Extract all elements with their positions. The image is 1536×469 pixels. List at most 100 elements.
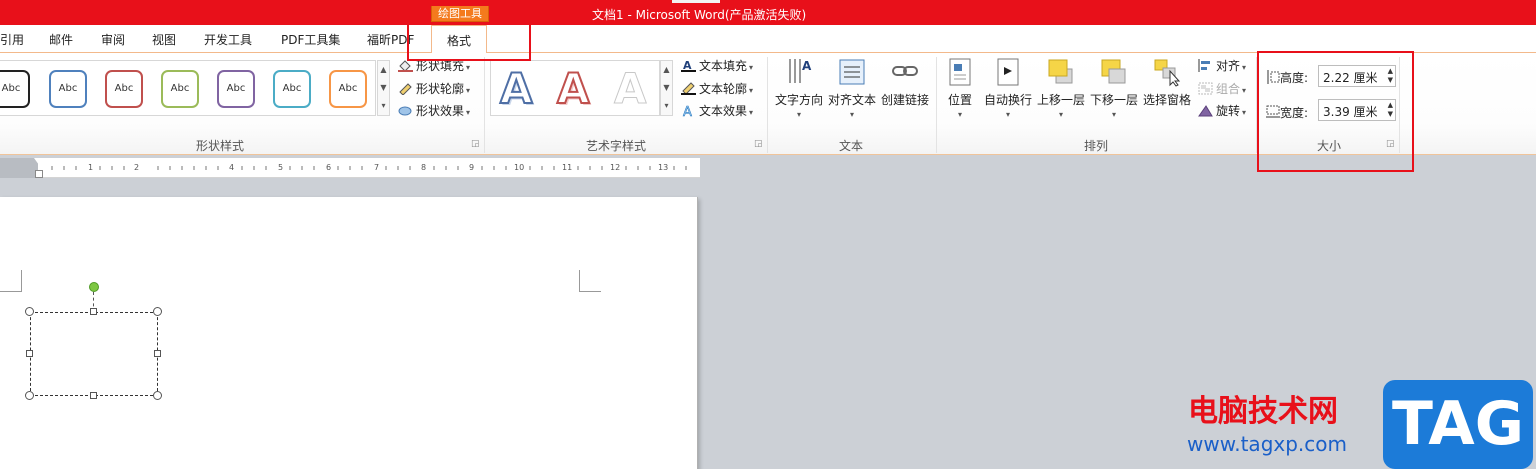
tab-review[interactable]: 审阅 <box>101 31 125 48</box>
align-icon <box>1198 59 1213 72</box>
chevron-down-icon[interactable]: ▼ <box>378 79 389 97</box>
title-bar: 文档1 - Microsoft Word(产品激活失败) <box>0 0 1536 25</box>
shape-outline-label: 形状轮廓 <box>416 82 465 96</box>
shape-style-swatch[interactable]: Abc <box>273 70 311 108</box>
dropdown-arrow-icon: ▾ <box>1058 110 1063 119</box>
resize-handle-corner[interactable] <box>25 391 34 400</box>
rotate-label: 旋转 <box>1216 104 1241 118</box>
shape-effects-icon <box>398 104 413 117</box>
shape-gallery-scroll[interactable]: ▲ ▼ ▾ <box>377 60 390 116</box>
wrap-text-button[interactable]: 自动换行 ▾ <box>983 57 1033 119</box>
horizontal-ruler[interactable]: 1 2 4 5 6 7 8 9 10 11 12 13 <box>0 158 700 178</box>
shape-style-swatch[interactable]: Abc <box>0 70 30 108</box>
resize-handle-side[interactable] <box>90 308 97 315</box>
watermark-site-name: 电脑技术网 <box>1188 394 1338 429</box>
text-outline-button[interactable]: 文本轮廓 ▾ <box>681 80 753 97</box>
tab-references[interactable]: 引用 <box>0 31 24 48</box>
dropdown-arrow-icon: ▾ <box>1242 63 1247 72</box>
pencil-icon <box>398 82 413 96</box>
watermark-url: www.tagxp.com <box>1187 432 1347 456</box>
highlight-size-group <box>1257 51 1414 172</box>
rotation-handle[interactable] <box>89 282 99 292</box>
highlight-format-tab <box>407 4 531 61</box>
more-icon[interactable]: ▾ <box>661 97 672 115</box>
dropdown-arrow-icon: ▾ <box>466 108 471 117</box>
shape-style-swatch[interactable]: Abc <box>329 70 367 108</box>
resize-handle-side[interactable] <box>90 392 97 399</box>
chevron-up-icon[interactable]: ▲ <box>378 61 389 79</box>
dropdown-arrow-icon: ▾ <box>1242 86 1247 95</box>
shape-style-swatch-label: Abc <box>170 83 190 94</box>
selection-pane-icon <box>1152 57 1182 87</box>
tab-pdf-tools[interactable]: PDF工具集 <box>281 31 340 48</box>
text-direction-button[interactable]: A 文字方向 ▾ <box>773 57 825 119</box>
bring-forward-icon <box>1046 57 1076 87</box>
shape-style-swatch-label: Abc <box>282 83 302 94</box>
group-label-shape-styles: 形状样式 <box>195 139 244 153</box>
bring-forward-button[interactable]: 上移一层 ▾ <box>1036 57 1086 119</box>
shape-style-swatch[interactable]: Abc <box>217 70 255 108</box>
selection-pane-button[interactable]: 选择窗格 <box>1142 57 1192 108</box>
text-fill-button[interactable]: A 文本填充 ▾ <box>681 57 753 74</box>
dialog-launcher-icon[interactable]: ◲ <box>471 139 480 149</box>
align-text-button[interactable]: 对齐文本 ▾ <box>826 57 878 119</box>
shape-style-swatch-label: Abc <box>1 83 21 94</box>
wrap-text-icon <box>993 57 1023 87</box>
shape-effects-label: 形状效果 <box>416 104 465 118</box>
dialog-launcher-icon[interactable]: ◲ <box>754 139 763 149</box>
shape-style-swatch[interactable]: Abc <box>49 70 87 108</box>
shape-style-swatch[interactable]: Abc <box>161 70 199 108</box>
tab-mailings[interactable]: 邮件 <box>49 31 73 48</box>
chevron-up-icon[interactable]: ▲ <box>661 61 672 79</box>
selected-rectangle-shape[interactable] <box>30 312 158 396</box>
create-link-label: 创建链接 <box>880 93 929 107</box>
shape-fill-label: 形状填充 <box>416 59 465 73</box>
create-link-button[interactable]: 创建链接 <box>879 57 931 108</box>
resize-handle-corner[interactable] <box>153 307 162 316</box>
align-label: 对齐 <box>1216 59 1241 73</box>
text-effects-button[interactable]: A 文本效果 ▾ <box>681 102 753 121</box>
rotate-button[interactable]: 旋转 ▾ <box>1198 102 1246 119</box>
shape-effects-button[interactable]: 形状效果 ▾ <box>398 102 470 119</box>
dropdown-arrow-icon: ▾ <box>466 63 471 72</box>
resize-handle-corner[interactable] <box>25 307 34 316</box>
ribbon-tabs: 引用 邮件 审阅 视图 开发工具 PDF工具集 福昕PDF 格式 <box>0 25 1536 54</box>
more-icon[interactable]: ▾ <box>378 97 389 115</box>
position-button[interactable]: 位置 ▾ <box>942 57 978 119</box>
group-label: 组合 <box>1216 82 1241 96</box>
send-backward-icon <box>1099 57 1129 87</box>
shape-style-swatch-label: Abc <box>338 83 358 94</box>
window-title: 文档1 - Microsoft Word(产品激活失败) <box>592 8 807 22</box>
group-label-arrange: 排列 <box>1083 139 1108 153</box>
text-direction-label: 文字方向 <box>774 93 823 107</box>
send-backward-button[interactable]: 下移一层 ▾ <box>1089 57 1139 119</box>
wordart-style-light[interactable]: A <box>614 64 648 113</box>
bring-forward-label: 上移一层 <box>1036 93 1085 107</box>
align-button[interactable]: 对齐 ▾ <box>1198 57 1246 74</box>
selection-pane-label: 选择窗格 <box>1142 93 1191 107</box>
dropdown-arrow-icon: ▾ <box>466 86 471 95</box>
text-effects-label: 文本效果 <box>699 104 748 118</box>
shape-outline-button[interactable]: 形状轮廓 ▾ <box>398 80 470 97</box>
dropdown-arrow-icon: ▾ <box>749 63 754 72</box>
tab-view[interactable]: 视图 <box>152 31 176 48</box>
wrap-text-label: 自动换行 <box>983 93 1032 107</box>
wordart-gallery-scroll[interactable]: ▲ ▼ ▾ <box>660 60 673 116</box>
position-icon <box>945 57 975 87</box>
wordart-style-red[interactable]: A <box>556 64 590 114</box>
margin-corner-mark <box>579 270 601 292</box>
chevron-down-icon[interactable]: ▼ <box>661 79 672 97</box>
group-button[interactable]: 组合 ▾ <box>1198 80 1246 97</box>
resize-handle-side[interactable] <box>154 350 161 357</box>
svg-text:A: A <box>683 105 692 117</box>
shape-style-swatch-label: Abc <box>58 83 78 94</box>
wordart-style-blue[interactable]: A <box>499 64 533 114</box>
resize-handle-side[interactable] <box>26 350 33 357</box>
shape-style-swatch[interactable]: Abc <box>105 70 143 108</box>
tab-developer[interactable]: 开发工具 <box>204 31 252 48</box>
dropdown-arrow-icon: ▾ <box>849 110 854 119</box>
ruler-ticks <box>51 166 687 170</box>
resize-handle-corner[interactable] <box>153 391 162 400</box>
dropdown-arrow-icon: ▾ <box>957 110 962 119</box>
text-effects-icon: A <box>681 104 696 121</box>
